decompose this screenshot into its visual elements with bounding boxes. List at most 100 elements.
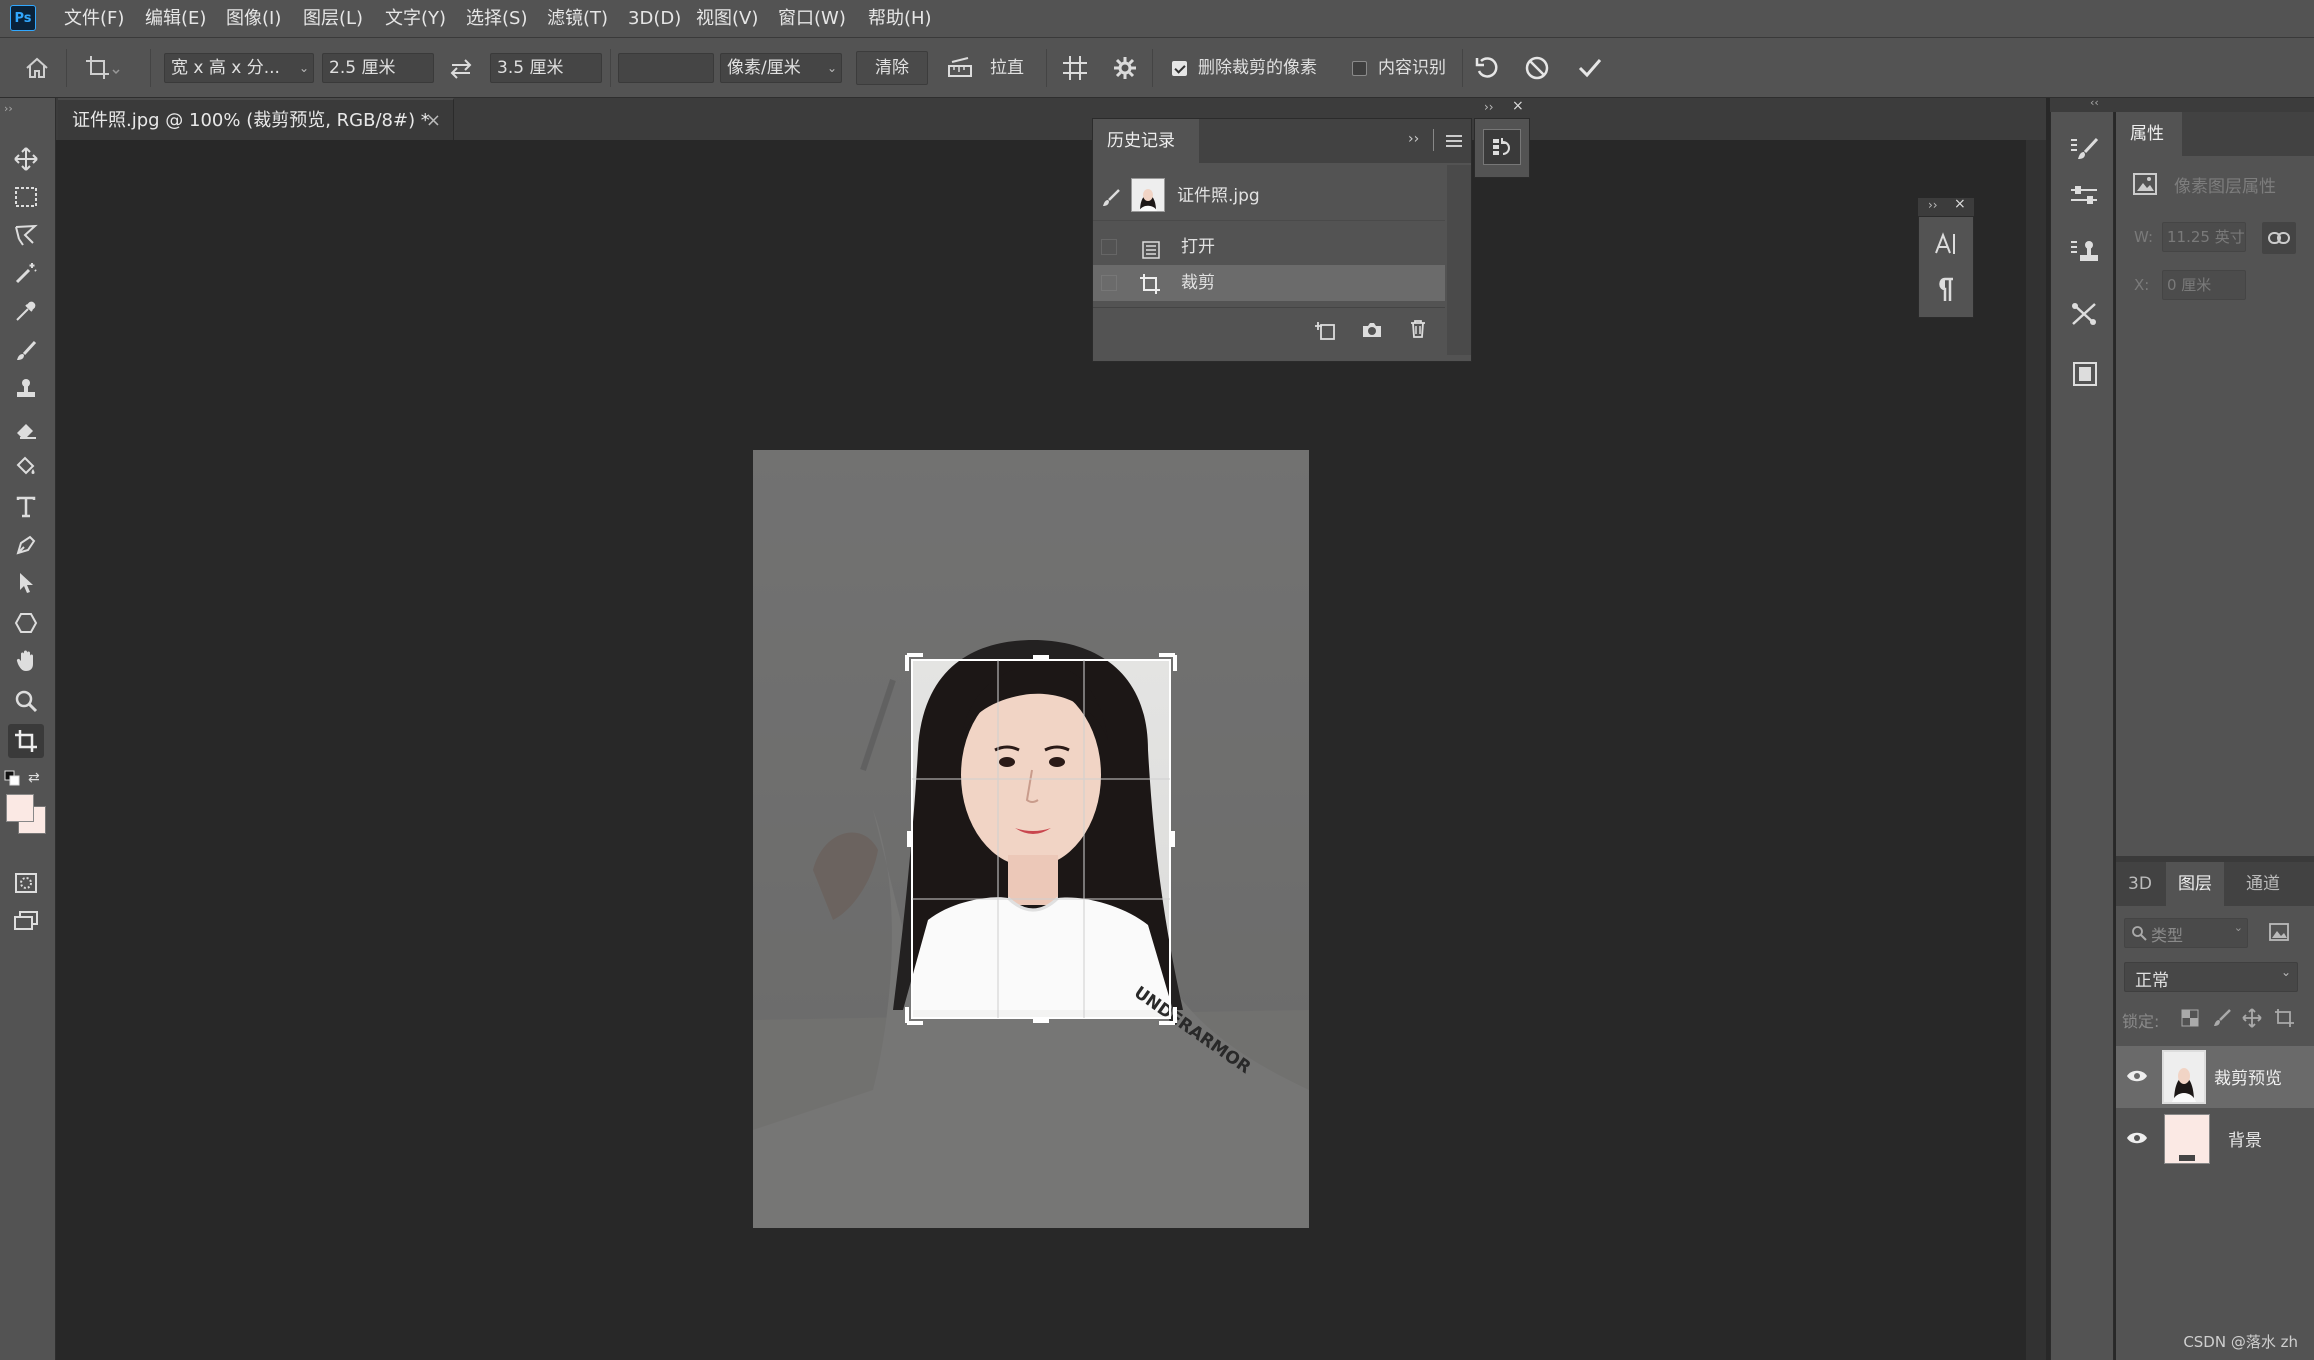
menu-image[interactable]: 图像(I) [226, 0, 281, 38]
history-step-open[interactable]: 打开 [1093, 229, 1445, 265]
lock-artboard-icon[interactable] [2274, 1008, 2296, 1032]
width-input[interactable]: 2.5 厘米 [322, 53, 434, 83]
crop-tool-preset-icon[interactable] [84, 54, 120, 82]
menu-filter[interactable]: 滤镜(T) [547, 0, 608, 38]
menu-help[interactable]: 帮助(H) [868, 0, 932, 38]
history-snapshot-row[interactable]: 证件照.jpg [1093, 171, 1445, 221]
libraries-icon[interactable] [2071, 360, 2099, 392]
height-input[interactable]: 3.5 厘米 [490, 53, 602, 83]
link-dimensions-icon[interactable] [2262, 222, 2296, 254]
layer-name[interactable]: 背景 [2228, 1126, 2262, 1151]
tool-presets-icon[interactable] [2069, 182, 2099, 212]
lasso-tool-icon[interactable] [8, 218, 44, 252]
zoom-tool-icon[interactable] [8, 684, 44, 718]
clear-button[interactable]: 清除 [856, 51, 928, 85]
trash-icon[interactable] [1409, 319, 1427, 343]
collapsed-panel-strip [1474, 118, 1530, 178]
character-panel-strip [1918, 216, 1974, 318]
pen-tool-icon[interactable] [8, 528, 44, 562]
swap-colors-icon[interactable]: ⇄ [28, 770, 40, 786]
eraser-tool-icon[interactable] [8, 412, 44, 446]
menu-view[interactable]: 视图(V) [696, 0, 758, 38]
properties-tab[interactable]: 属性 [2116, 112, 2182, 156]
eye-icon[interactable] [2126, 1130, 2148, 1150]
expand-chevrons-icon[interactable]: ›› [1484, 100, 1494, 114]
brush-settings-icon[interactable] [2069, 136, 2099, 166]
grid-overlay-icon[interactable] [1060, 54, 1090, 82]
delete-cropped-checkbox[interactable] [1172, 61, 1187, 76]
brush-tool-icon[interactable] [8, 334, 44, 368]
foreground-color-swatch[interactable] [6, 794, 34, 822]
clone-source-icon[interactable] [2069, 238, 2099, 270]
reset-icon[interactable] [1474, 55, 1502, 81]
eyedropper-tool-icon[interactable] [8, 294, 44, 328]
home-icon[interactable] [24, 56, 50, 80]
crop-tool-icon[interactable] [8, 724, 44, 758]
x-input[interactable]: 0 厘米 [2162, 270, 2246, 300]
close-tab-icon[interactable]: × [426, 100, 441, 142]
close-panel-icon[interactable]: × [1512, 98, 1524, 114]
gear-icon[interactable] [1112, 55, 1138, 81]
adjustments-icon[interactable] [2069, 300, 2099, 332]
panel-menu-icon[interactable] [1445, 133, 1463, 152]
expand-panel-icon[interactable]: ›› [4, 102, 13, 115]
content-aware-checkbox[interactable] [1352, 61, 1367, 76]
history-panel-icon[interactable] [1483, 129, 1521, 165]
w-input[interactable]: 11.25 英寸 [2162, 222, 2246, 252]
resolution-unit-select[interactable]: 像素/厘米 ⌄ [720, 53, 842, 83]
document-canvas[interactable]: UNDERARMOR [753, 450, 1309, 1228]
paragraph-icon[interactable] [1937, 277, 1955, 307]
expand-chevrons-icon[interactable]: ›› [1408, 131, 1419, 147]
lock-transparent-icon[interactable] [2180, 1008, 2200, 1032]
character-icon[interactable] [1933, 231, 1959, 261]
new-document-from-state-icon[interactable] [1314, 321, 1337, 345]
menu-edit[interactable]: 编辑(E) [145, 0, 206, 38]
camera-snapshot-icon[interactable] [1361, 321, 1383, 343]
menu-select[interactable]: 选择(S) [466, 0, 527, 38]
filter-pixel-icon[interactable] [2268, 922, 2290, 946]
expand-chevrons-icon[interactable]: ›› [1928, 198, 1938, 212]
eye-icon[interactable] [2126, 1068, 2148, 1088]
menu-3d[interactable]: 3D(D) [628, 0, 681, 38]
straighten-icon[interactable] [946, 56, 974, 80]
history-scrollbar[interactable] [1447, 165, 1471, 355]
ratio-preset-select[interactable]: 宽 x 高 x 分... ⌄ [164, 53, 314, 83]
layer-name[interactable]: 裁剪预览 [2214, 1064, 2282, 1089]
type-tool-icon[interactable] [8, 490, 44, 524]
marquee-tool-icon[interactable] [8, 180, 44, 214]
shape-tool-icon[interactable] [8, 606, 44, 640]
lock-position-icon[interactable] [2242, 1008, 2262, 1032]
screen-mode-icon[interactable] [8, 904, 44, 938]
layer-filter-select[interactable]: 类型 ⌄ [2124, 918, 2248, 948]
menu-type[interactable]: 文字(Y) [385, 0, 446, 38]
resolution-input[interactable] [618, 53, 714, 83]
magic-wand-tool-icon[interactable] [8, 256, 44, 290]
path-selection-tool-icon[interactable] [8, 566, 44, 600]
tab-layers[interactable]: 图层 [2166, 862, 2224, 906]
menu-file[interactable]: 文件(F) [64, 0, 124, 38]
menu-layer[interactable]: 图层(L) [303, 0, 363, 38]
layer-row[interactable]: 裁剪预览 [2116, 1046, 2314, 1108]
hand-tool-icon[interactable] [8, 644, 44, 678]
document-tab[interactable]: 证件照.jpg @ 100% (裁剪预览, RGB/8#) * × [58, 98, 454, 140]
collapse-panels-icon[interactable]: ‹‹ [2090, 96, 2099, 109]
history-panel-title[interactable]: 历史记录 [1093, 119, 1199, 163]
tab-3d[interactable]: 3D [2116, 862, 2164, 906]
straighten-label[interactable]: 拉直 [990, 53, 1024, 83]
cancel-icon[interactable] [1524, 55, 1550, 81]
layer-row[interactable]: 背景 [2116, 1108, 2314, 1170]
vertical-scrollbar[interactable] [2026, 140, 2046, 1360]
stamp-tool-icon[interactable] [8, 372, 44, 406]
tab-channels[interactable]: 通道 [2234, 862, 2292, 906]
paint-bucket-tool-icon[interactable] [8, 450, 44, 484]
lock-pixels-icon[interactable] [2212, 1008, 2232, 1032]
blend-mode-select[interactable]: 正常 ⌄ [2124, 962, 2298, 992]
quick-mask-icon[interactable] [8, 866, 44, 900]
menu-window[interactable]: 窗口(W) [778, 0, 846, 38]
history-step-crop[interactable]: 裁剪 [1093, 265, 1445, 301]
move-tool-icon[interactable] [8, 142, 44, 176]
default-colors-icon[interactable] [4, 770, 22, 790]
swap-dimensions-icon[interactable] [448, 58, 474, 80]
close-panel-icon[interactable]: × [1954, 196, 1966, 212]
commit-checkmark-icon[interactable] [1576, 55, 1604, 81]
